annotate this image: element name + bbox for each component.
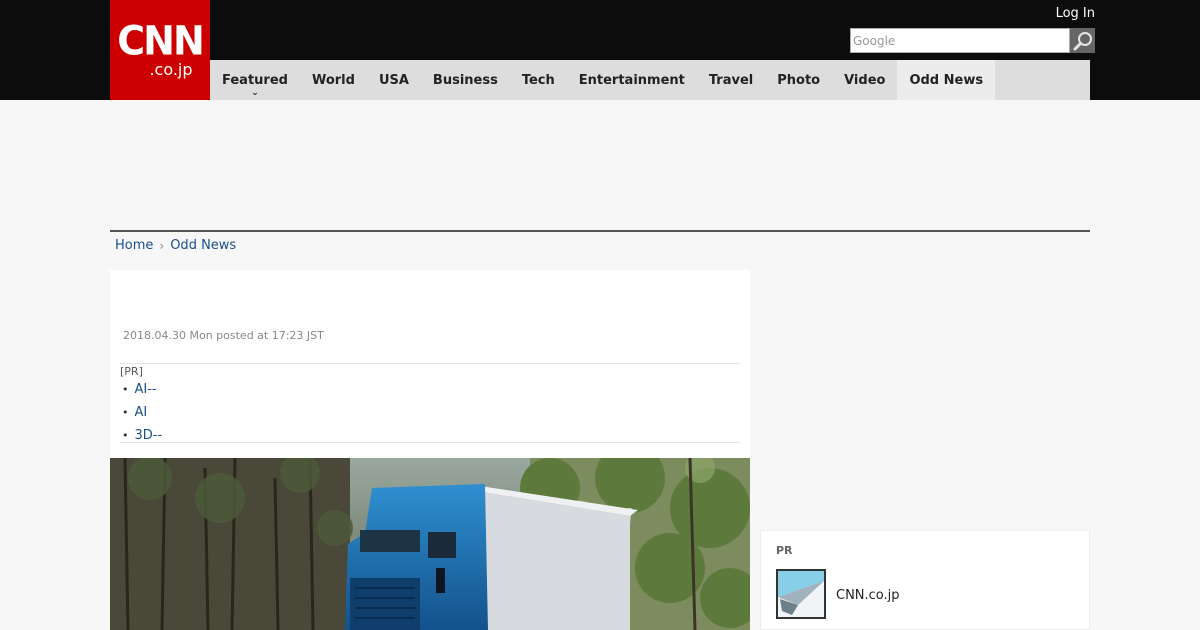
- nav-item-label: Travel: [708, 72, 754, 88]
- ad-space: [110, 100, 1090, 230]
- pr-link-text: 3D--: [134, 428, 163, 443]
- nav-item-usa[interactable]: USA: [367, 60, 421, 100]
- nav-item-label: Business: [432, 72, 498, 88]
- sidebar-item-title[interactable]: CNN.co.jp: [836, 588, 900, 603]
- nav-item-entertainment[interactable]: Entertainment: [567, 60, 697, 100]
- nav-item-business[interactable]: Business: [421, 60, 510, 100]
- nav-item-world[interactable]: World: [300, 60, 367, 100]
- nav-item-tech[interactable]: Tech: [510, 60, 567, 100]
- pr-link-list: • AI-- • AI • 3D--: [120, 378, 740, 447]
- nav-item-travel[interactable]: Travel: [697, 60, 765, 100]
- breadcrumb-current-link[interactable]: Odd News: [170, 238, 236, 253]
- top-header-bar: CNN .co.jp Log In Featured ⌄ World USA B…: [0, 0, 1200, 100]
- bullet-icon: •: [122, 406, 129, 419]
- sidebar-thumbnail[interactable]: [776, 569, 826, 619]
- search-input[interactable]: [850, 28, 1070, 53]
- nav-item-odd-news[interactable]: Odd News: [897, 60, 996, 100]
- pr-label: [PR]: [120, 365, 143, 378]
- pr-link[interactable]: • 3D--: [120, 424, 740, 447]
- bullet-icon: •: [122, 383, 129, 396]
- chevron-right-icon: ›: [159, 238, 165, 253]
- nav-item-label: Odd News: [909, 72, 984, 88]
- nav-item-label: Photo: [777, 72, 821, 88]
- main-nav: Featured ⌄ World USA Business Tech Enter…: [210, 60, 1090, 100]
- breadcrumb-home-link[interactable]: Home: [115, 238, 153, 253]
- article-date: 2018.04.30 Mon posted at 17:23 JST: [123, 329, 324, 342]
- nav-item-video[interactable]: Video: [832, 60, 897, 100]
- search-button[interactable]: [1070, 28, 1095, 53]
- pr-link-text: AI: [134, 405, 148, 420]
- nav-item-label: World: [311, 72, 355, 88]
- login-link[interactable]: Log In: [1056, 6, 1095, 21]
- nav-item-label: Video: [844, 72, 886, 88]
- chevron-down-icon: ⌄: [251, 88, 259, 98]
- section-divider: [110, 230, 1090, 232]
- pr-link[interactable]: • AI--: [120, 378, 740, 401]
- nav-item-label: USA: [378, 72, 409, 88]
- article-card: 2018.04.30 Mon posted at 17:23 JST [PR] …: [110, 270, 750, 630]
- pr-link-text: AI--: [134, 382, 157, 397]
- nav-item-label: Entertainment: [578, 72, 685, 88]
- search-icon: [1073, 31, 1092, 50]
- nav-item-label: Tech: [521, 72, 555, 88]
- pr-link[interactable]: • AI: [120, 401, 740, 424]
- bullet-icon: •: [122, 429, 129, 442]
- breadcrumb: Home › Odd News: [115, 238, 236, 253]
- nav-item-label: Featured: [222, 72, 288, 88]
- pr-links-box: [PR] • AI-- • AI • 3D--: [120, 363, 740, 443]
- nav-item-photo[interactable]: Photo: [765, 60, 832, 100]
- truck-in-forest-image: [110, 458, 750, 630]
- sidebar-pr-card: PR CNN.co.jp: [760, 530, 1090, 630]
- thumbnail-image: [778, 571, 824, 617]
- logo-main-text: CNN: [117, 17, 204, 65]
- article-photo: [110, 458, 750, 630]
- cnn-logo[interactable]: CNN .co.jp: [110, 0, 210, 100]
- sidebar-pr-label: PR: [776, 544, 793, 557]
- nav-item-featured[interactable]: Featured ⌄: [210, 60, 300, 100]
